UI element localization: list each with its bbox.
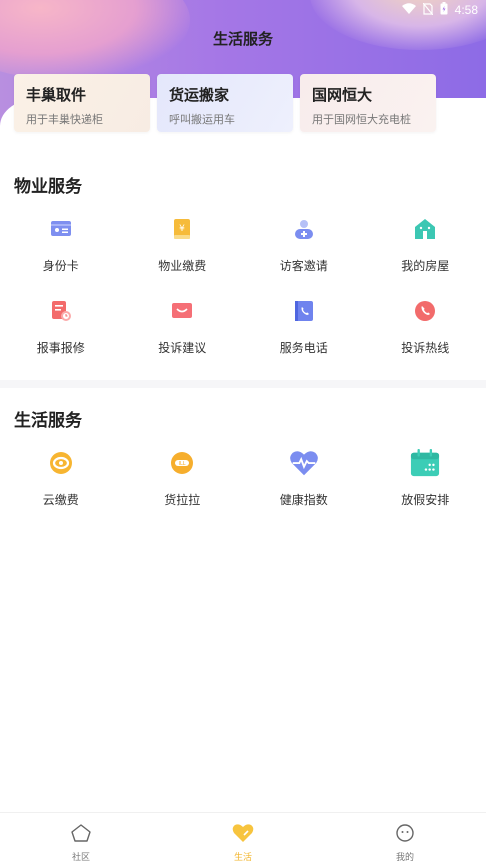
section-divider [0, 380, 486, 388]
nav-label: 社区 [71, 853, 90, 863]
card-subtitle: 用于国网恒大充电桩 [312, 113, 411, 126]
status-bar: 4:58 [401, 0, 486, 20]
heart-icon [232, 823, 254, 847]
nav-label: 生活 [233, 853, 252, 863]
nav-community[interactable]: 社区 [0, 813, 162, 864]
service-label: 我的房屋 [401, 259, 450, 273]
service-service-phone[interactable]: 服务电话 [243, 286, 365, 368]
card-title: 国网恒大 [312, 86, 373, 104]
card-title: 丰巢取件 [26, 86, 87, 104]
hotline-icon [410, 296, 440, 326]
section-title-life: 生活服务 [14, 411, 82, 431]
service-label: 货拉拉 [164, 493, 201, 507]
service-id-card[interactable]: 身份卡 [0, 204, 122, 286]
fengchao-pickup-card[interactable]: 丰巢取件 用于丰巢快递柜 [14, 74, 150, 132]
bottom-nav: 社区 生活 我的 [0, 812, 486, 864]
service-repair-report[interactable]: 报事报修 [0, 286, 122, 368]
section-title-property: 物业服务 [14, 177, 82, 197]
service-label: 访客邀请 [279, 259, 328, 273]
wifi-icon [401, 3, 416, 17]
service-huolala[interactable]: ILL 货拉拉 [122, 438, 244, 520]
service-label: 健康指数 [279, 493, 328, 507]
service-health-index[interactable]: 健康指数 [243, 438, 365, 520]
card-subtitle: 用于丰巢快递柜 [26, 113, 103, 126]
page-title: 生活服务 [212, 30, 273, 48]
message-icon [167, 296, 197, 326]
community-icon [70, 823, 92, 847]
nav-label: 我的 [395, 853, 414, 863]
card-subtitle: 呼叫搬运用车 [169, 113, 235, 126]
service-cloud-pay[interactable]: 云缴费 [0, 438, 122, 520]
heart-pulse-icon [289, 448, 319, 478]
nav-life[interactable]: 生活 [162, 813, 324, 864]
nav-profile[interactable]: 我的 [324, 813, 486, 864]
house-icon [410, 214, 440, 244]
service-label: 投诉热线 [401, 341, 450, 355]
service-label: 报事报修 [36, 341, 85, 355]
freight-moving-card[interactable]: 货运搬家 呼叫搬运用车 [157, 74, 293, 132]
card-title: 货运搬家 [169, 86, 230, 104]
status-time: 4:58 [454, 3, 478, 17]
service-my-house[interactable]: 我的房屋 [365, 204, 486, 286]
cloud-pay-icon [46, 448, 76, 478]
profile-icon [395, 823, 415, 847]
service-holiday-schedule[interactable]: 放假安排 [365, 438, 486, 520]
svg-text:ILL: ILL [179, 461, 186, 467]
phone-book-icon [289, 296, 319, 326]
repair-report-icon [46, 296, 76, 326]
huolala-icon: ILL [167, 448, 197, 478]
service-visitor-invite[interactable]: 访客邀请 [243, 204, 365, 286]
life-services-grid: 云缴费 ILL 货拉拉 健康指数 放假安排 [0, 438, 486, 520]
service-property-fee[interactable]: ¥ 物业缴费 [122, 204, 244, 286]
service-label: 身份卡 [42, 259, 79, 273]
visitor-add-icon [289, 214, 319, 244]
service-label: 物业缴费 [158, 259, 207, 273]
service-label: 云缴费 [42, 493, 79, 507]
top-cards: 丰巢取件 用于丰巢快递柜 货运搬家 呼叫搬运用车 国网恒大 用于国网恒大充电桩 [14, 74, 436, 132]
service-complaint-hotline[interactable]: 投诉热线 [365, 286, 486, 368]
service-label: 放假安排 [401, 493, 450, 507]
property-services-grid: 身份卡 ¥ 物业缴费 访客邀请 我的房屋 报事报修 投诉建议 服务电话 投诉热线 [0, 204, 486, 368]
no-sim-icon [422, 2, 434, 18]
calendar-icon [410, 448, 440, 478]
service-complaint-suggestion[interactable]: 投诉建议 [122, 286, 244, 368]
service-label: 投诉建议 [158, 341, 207, 355]
service-label: 服务电话 [279, 341, 328, 355]
state-grid-evergrande-card[interactable]: 国网恒大 用于国网恒大充电桩 [300, 74, 436, 132]
payment-card-icon: ¥ [167, 214, 197, 244]
svg-text:¥: ¥ [179, 224, 185, 234]
id-card-icon [46, 214, 76, 244]
battery-icon [440, 2, 448, 18]
